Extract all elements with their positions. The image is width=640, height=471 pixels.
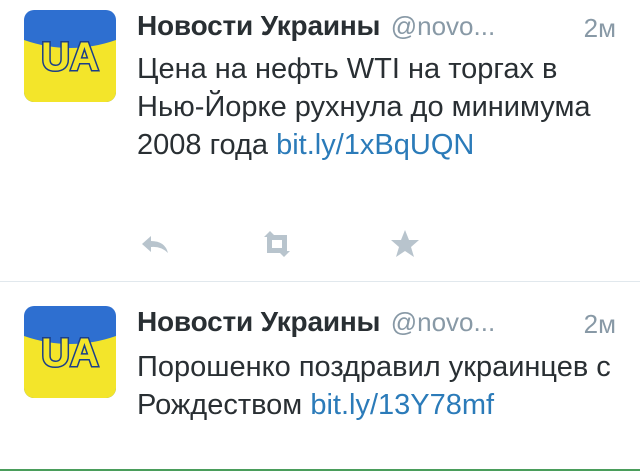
reply-icon[interactable]	[137, 226, 173, 262]
avatar[interactable]: UA	[24, 306, 116, 398]
ua-logo-icon: UA	[24, 10, 116, 102]
timestamp: 2м	[583, 309, 616, 339]
timestamp: 2м	[583, 13, 616, 43]
author-handle[interactable]: @novo...	[391, 11, 495, 41]
tweet-text: Цена на нефть WTI на торгах в Нью-Йорке …	[137, 50, 617, 164]
tweet-header: Новости Украины @novo... 2м	[137, 10, 616, 46]
tweet-1[interactable]: UA Новости Украины @novo... 2м Цена на н…	[0, 0, 640, 281]
svg-text:UA: UA	[41, 35, 99, 79]
author-handle[interactable]: @novo...	[391, 307, 495, 337]
tweet-header: Новости Украины @novo... 2м	[137, 306, 616, 342]
svg-text:UA: UA	[41, 331, 99, 375]
avatar[interactable]: UA	[24, 10, 116, 102]
tweet-link[interactable]: bit.ly/1xBqUQN	[276, 129, 474, 161]
author-name[interactable]: Новости Украины	[137, 306, 380, 337]
tweet-2[interactable]: UA Новости Украины @novo... 2м Порошенко…	[0, 282, 640, 471]
tweet-link[interactable]: bit.ly/13Y78mf	[310, 389, 494, 421]
favorite-icon[interactable]	[387, 226, 423, 262]
tweet-actions	[137, 226, 437, 262]
tweet-text: Порошенко поздравил украинцев с Рождеств…	[137, 348, 617, 424]
retweet-icon[interactable]	[257, 226, 293, 262]
author-name[interactable]: Новости Украины	[137, 10, 380, 41]
ua-logo-icon: UA	[24, 306, 116, 398]
